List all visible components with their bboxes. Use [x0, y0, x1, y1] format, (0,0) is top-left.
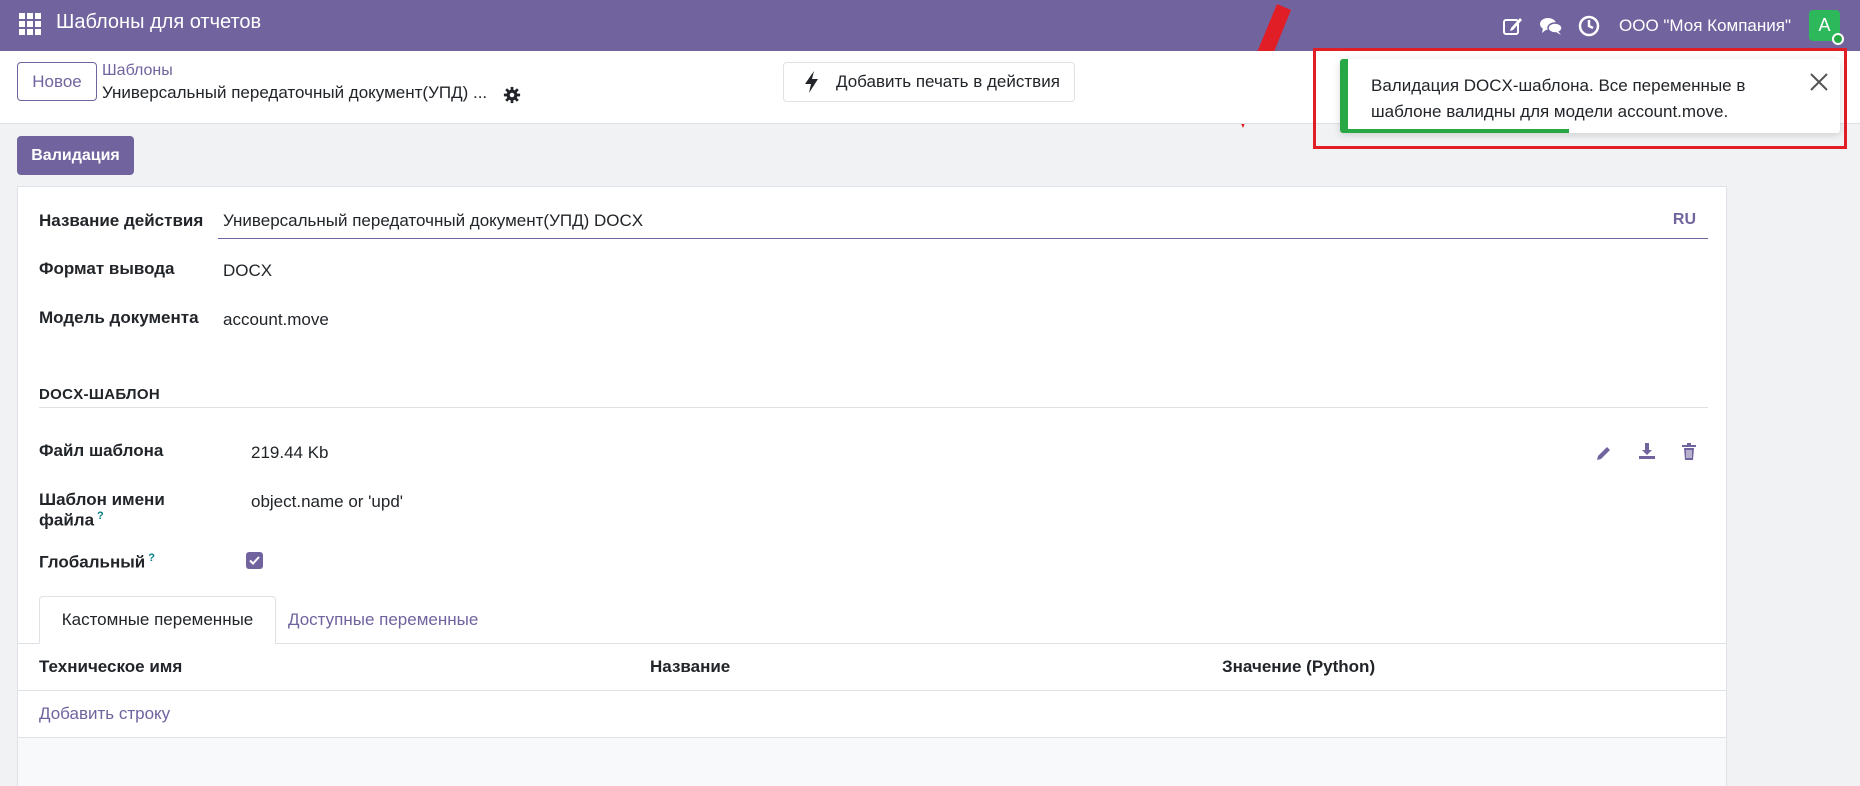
document-model-label: Модель документа: [39, 308, 199, 327]
filename-template-value[interactable]: object.name or 'upd': [251, 492, 403, 512]
output-format-label: Формат вывода: [39, 259, 175, 278]
filename-template-label: Шаблон имени файла?: [39, 490, 165, 531]
column-name[interactable]: Название: [650, 657, 730, 677]
filename-help-icon[interactable]: ?: [97, 510, 104, 522]
global-label: Глобальный?: [39, 552, 155, 573]
filename-template-label-line1: Шаблон имени: [39, 490, 165, 509]
add-print-action-button[interactable]: Добавить печать в действия: [783, 62, 1075, 102]
navbar-right: ООО "Моя Компания" A: [1501, 0, 1860, 51]
document-model-value[interactable]: account.move: [223, 310, 329, 330]
top-navbar: Шаблоны для отчетов ООО "Моя Компания" A: [0, 0, 1860, 51]
section-divider: [39, 407, 1708, 408]
template-file-label: Файл шаблона: [39, 441, 164, 460]
tab-available-variables[interactable]: Доступные переменные: [288, 596, 478, 644]
bolt-icon: [805, 71, 818, 93]
table-empty-area: [18, 738, 1726, 786]
breadcrumb-parent[interactable]: Шаблоны: [102, 62, 173, 80]
breadcrumb-current: Универсальный передаточный документ(УПД)…: [102, 83, 488, 102]
language-button[interactable]: RU: [1673, 211, 1696, 229]
validation-notification: Валидация DOCX-шаблона. Все переменные в…: [1340, 59, 1840, 133]
column-value-python[interactable]: Значение (Python): [1222, 657, 1375, 677]
section-title: DOCX-ШАБЛОН: [39, 386, 160, 403]
company-switcher[interactable]: ООО "Моя Компания": [1619, 16, 1791, 36]
tab-custom-variables[interactable]: Кастомные переменные: [39, 596, 276, 644]
gear-icon[interactable]: [503, 86, 521, 104]
activity-clock-icon[interactable]: [1577, 14, 1601, 38]
action-name-input[interactable]: Универсальный передаточный документ(УПД)…: [218, 205, 1708, 239]
edit-note-icon[interactable]: [1501, 14, 1525, 38]
app-title[interactable]: Шаблоны для отчетов: [56, 11, 261, 34]
table-header-divider: [18, 690, 1726, 691]
discuss-icon[interactable]: [1539, 14, 1563, 38]
trash-icon[interactable]: [1679, 442, 1699, 462]
action-name-value: Универсальный передаточный документ(УПД)…: [223, 211, 644, 230]
add-row-link[interactable]: Добавить строку: [39, 704, 170, 724]
edit-pencil-icon[interactable]: [1594, 443, 1614, 463]
notification-text: Валидация DOCX-шаблона. Все переменные в…: [1371, 76, 1746, 121]
close-icon[interactable]: [1808, 71, 1830, 93]
download-icon[interactable]: [1637, 441, 1657, 461]
add-print-action-label: Добавить печать в действия: [836, 72, 1060, 91]
user-avatar[interactable]: A: [1809, 10, 1844, 45]
global-checkbox[interactable]: [246, 552, 263, 569]
online-status-dot: [1832, 33, 1844, 45]
global-help-icon[interactable]: ?: [148, 552, 155, 564]
form-sheet: Название действия Универсальный передато…: [17, 186, 1727, 786]
new-button[interactable]: Новое: [17, 62, 97, 101]
action-name-label: Название действия: [39, 211, 204, 230]
output-format-value[interactable]: DOCX: [223, 261, 272, 281]
column-technical-name[interactable]: Техническое имя: [39, 657, 182, 677]
validate-button[interactable]: Валидация: [17, 136, 134, 175]
check-icon: [249, 556, 260, 565]
notification-progress-bar: [1348, 129, 1569, 133]
template-file-size: 219.44 Kb: [251, 443, 329, 462]
filename-template-label-line2: файла: [39, 510, 95, 530]
apps-menu-icon[interactable]: [19, 13, 41, 35]
global-label-text: Глобальный: [39, 552, 146, 572]
avatar-letter: A: [1818, 15, 1831, 35]
